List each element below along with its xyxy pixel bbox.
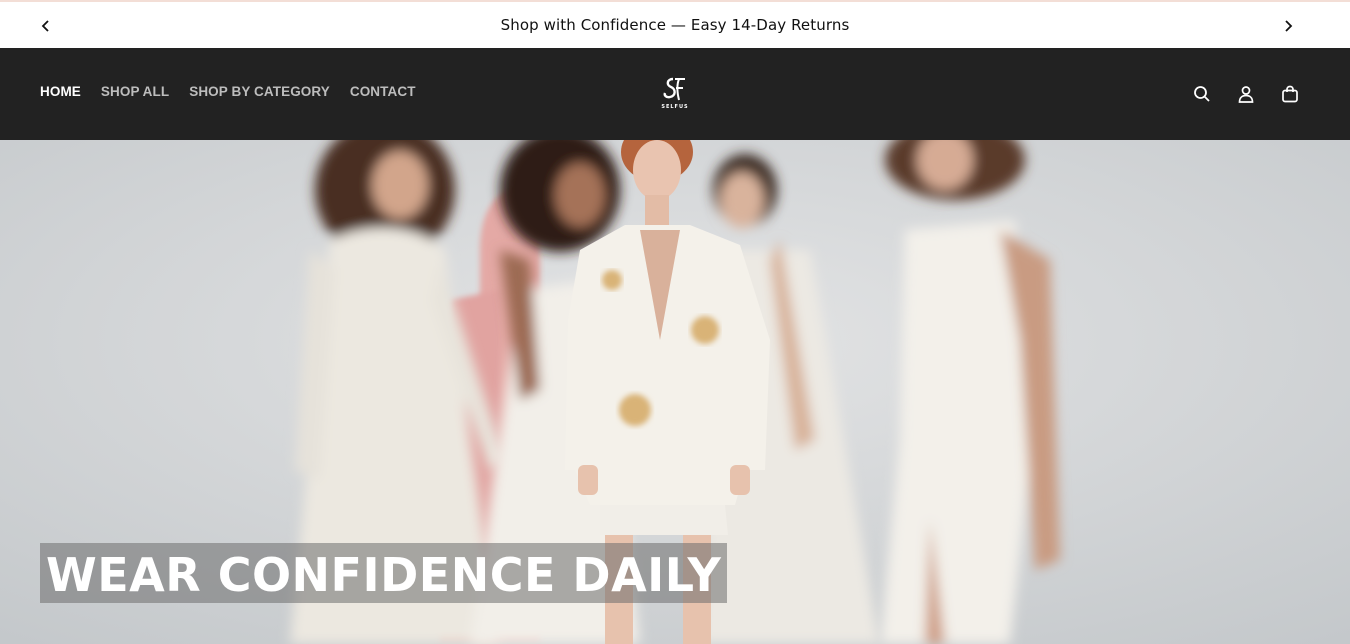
hero-title: WEAR CONFIDENCE DAILY bbox=[40, 543, 728, 603]
logo-wordmark: SELFUS bbox=[661, 104, 689, 110]
search-icon[interactable] bbox=[1190, 82, 1214, 106]
chevron-left-icon[interactable] bbox=[34, 14, 58, 38]
nav-home[interactable]: HOME bbox=[40, 84, 81, 99]
cart-icon[interactable] bbox=[1278, 82, 1302, 106]
site-logo[interactable]: SELFUS bbox=[659, 76, 691, 112]
site-header: HOME SHOP ALL SHOP BY CATEGORY CONTACT S… bbox=[0, 48, 1350, 140]
chevron-right-icon[interactable] bbox=[1276, 14, 1300, 38]
nav-shop-by-category[interactable]: SHOP BY CATEGORY bbox=[189, 84, 330, 99]
header-actions bbox=[1190, 82, 1302, 106]
nav-shop-all[interactable]: SHOP ALL bbox=[101, 84, 169, 99]
hero-banner[interactable]: WEAR CONFIDENCE DAILY bbox=[0, 140, 1350, 644]
main-nav: HOME SHOP ALL SHOP BY CATEGORY CONTACT bbox=[40, 84, 416, 99]
account-icon[interactable] bbox=[1234, 82, 1258, 106]
announcement-bar: Shop with Confidence — Easy 14-Day Retur… bbox=[0, 0, 1350, 48]
nav-contact[interactable]: CONTACT bbox=[350, 84, 416, 99]
announcement-text: Shop with Confidence — Easy 14-Day Retur… bbox=[500, 16, 850, 34]
